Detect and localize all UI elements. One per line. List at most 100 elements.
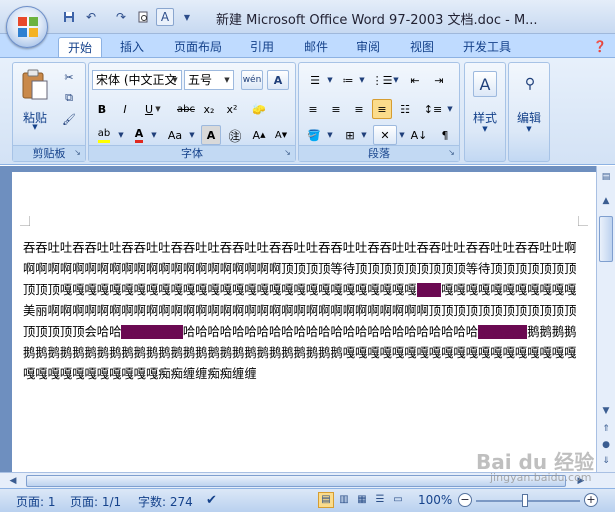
web-layout-icon[interactable]: ▦ <box>354 492 370 508</box>
undo-icon[interactable]: ↶ <box>82 8 100 26</box>
text-run[interactable]: 哈哈哈哈哈哈哈哈哈哈哈哈哈哈哈哈哈哈哈哈哈哈哈哈 <box>183 325 478 339</box>
scroll-up-icon[interactable]: ▲ <box>599 194 613 208</box>
office-button[interactable] <box>6 6 48 48</box>
strikethrough-icon[interactable]: abc <box>175 99 197 119</box>
show-marks-icon[interactable]: ¶ <box>435 125 455 145</box>
select-browse-object-icon[interactable]: ● <box>599 438 613 452</box>
increase-indent-icon[interactable]: ⇥ <box>429 70 449 90</box>
customize-dropdown-icon[interactable]: ▼ <box>180 8 194 26</box>
proofing-icon[interactable]: ✔ <box>206 493 217 508</box>
document-body-text[interactable]: 吞吞吐吐吞吞吐吐吞吞吐吐吞吞吐吐吞吞吐吐吞吞吐吐吞吞吐吐吞吞吐吐吞吞吐吐吞吞吐吐… <box>23 238 581 385</box>
character-shading-icon[interactable]: A <box>201 125 221 145</box>
font-name-select[interactable]: 宋体 (中文正文 ▼ <box>92 70 182 90</box>
vertical-scrollbar[interactable]: ▤ ▲ ▼ ⇑ ● ⇓ <box>596 166 615 472</box>
zoom-out-icon[interactable]: − <box>458 493 472 507</box>
editing-group[interactable]: ⚲ 编辑 ▼ <box>508 62 550 162</box>
ruler-toggle-icon[interactable]: ▤ <box>599 170 613 184</box>
save-icon[interactable] <box>60 8 78 26</box>
clipboard-launcher-icon[interactable]: ↘ <box>72 148 83 159</box>
document-page[interactable]: 吞吞吐吐吞吞吐吐吞吞吐吐吞吞吐吐吞吞吐吐吞吞吐吐吞吞吐吐吞吞吐吐吞吞吐吐吞吞吐吐… <box>12 172 596 472</box>
font-launcher-icon[interactable]: ↘ <box>282 148 293 159</box>
highlighted-text-run[interactable]: 鹅鹅鹅鹅 <box>478 325 528 339</box>
print-layout-icon[interactable]: ▤ <box>318 492 334 508</box>
tab-mailings[interactable]: 邮件 <box>294 37 338 58</box>
chinese-layout-dropdown-icon[interactable]: ▼ <box>397 125 407 145</box>
borders-dropdown-icon[interactable]: ▼ <box>359 125 369 145</box>
font-color-icon[interactable]: A <box>129 125 149 145</box>
align-center-icon[interactable]: ≡ <box>326 99 346 119</box>
page-count[interactable]: 页面: 1/1 <box>70 493 121 510</box>
align-right-icon[interactable]: ≡ <box>349 99 369 119</box>
multilevel-list-icon[interactable]: ⋮☰ <box>371 70 393 90</box>
paragraph-launcher-icon[interactable]: ↘ <box>446 148 457 159</box>
redo-icon[interactable]: ↷ <box>112 8 130 26</box>
font-size-select[interactable]: 五号 ▼ <box>184 70 234 90</box>
horizontal-scroll-thumb[interactable] <box>26 475 566 487</box>
change-case-icon[interactable]: Aa <box>163 125 187 145</box>
bold-icon[interactable]: B <box>92 99 112 119</box>
clear-formatting-icon[interactable]: 🧽 <box>249 99 269 119</box>
scroll-left-icon[interactable]: ◀ <box>6 474 20 488</box>
sort-icon[interactable]: A↓ <box>409 125 429 145</box>
outline-view-icon[interactable]: ☰ <box>372 492 388 508</box>
word-count[interactable]: 字数: 274 <box>138 493 193 510</box>
tab-home[interactable]: 开始 <box>58 37 102 58</box>
numbering-dropdown-icon[interactable]: ▼ <box>357 70 367 90</box>
paste-button[interactable]: 粘贴 ▼ <box>17 67 53 135</box>
previous-page-icon[interactable]: ⇑ <box>599 422 613 436</box>
zoom-slider-thumb[interactable] <box>522 494 528 507</box>
multilevel-dropdown-icon[interactable]: ▼ <box>391 70 401 90</box>
next-page-icon[interactable]: ⇓ <box>599 454 613 468</box>
styles-group[interactable]: A 样式 ▼ <box>464 62 506 162</box>
page-indicator[interactable]: 页面: 1 <box>16 493 56 510</box>
zoom-in-icon[interactable]: + <box>584 493 598 507</box>
superscript-icon[interactable]: x² <box>222 99 242 119</box>
highlighted-text-run[interactable]: 美丽 <box>416 283 442 297</box>
highlighted-text-run[interactable]: 哈哈哈哈哈 <box>121 325 183 339</box>
highlight-dropdown-icon[interactable]: ▼ <box>116 125 126 145</box>
tab-developer[interactable]: 开发工具 <box>452 37 522 58</box>
enclose-characters-icon[interactable]: ㊟ <box>225 125 245 145</box>
distributed-icon[interactable]: ☷ <box>395 99 415 119</box>
italic-icon[interactable]: I <box>115 99 135 119</box>
vertical-scroll-thumb[interactable] <box>599 216 613 262</box>
numbering-icon[interactable]: ≔ <box>337 70 359 90</box>
line-spacing-icon[interactable]: ↕≡ <box>421 99 445 119</box>
phonetic-guide-button[interactable]: wén <box>241 70 263 90</box>
subscript-icon[interactable]: x₂ <box>199 99 219 119</box>
print-preview-icon[interactable] <box>134 8 152 26</box>
shrink-font-icon[interactable]: A ▼ <box>271 125 291 145</box>
shading-icon[interactable]: 🪣 <box>303 125 325 145</box>
scroll-down-icon[interactable]: ▼ <box>599 404 613 418</box>
tab-references[interactable]: 引用 <box>240 37 284 58</box>
tab-review[interactable]: 审阅 <box>346 37 390 58</box>
tab-insert[interactable]: 插入 <box>110 37 154 58</box>
help-icon[interactable]: ❓ <box>592 37 608 58</box>
font-color-dropdown-icon[interactable]: ▼ <box>149 125 159 145</box>
character-border-button[interactable]: A <box>267 70 289 90</box>
tab-view[interactable]: 视图 <box>400 37 444 58</box>
shading-dropdown-icon[interactable]: ▼ <box>325 125 335 145</box>
decrease-indent-icon[interactable]: ⇤ <box>405 70 425 90</box>
zoom-slider-track[interactable] <box>476 500 580 502</box>
grow-font-icon[interactable]: A ▲ <box>249 125 269 145</box>
format-painter-icon[interactable]: 🖌 <box>59 109 79 129</box>
cut-icon[interactable]: ✂ <box>59 67 79 87</box>
full-screen-reading-icon[interactable]: ▥ <box>336 492 352 508</box>
change-case-dropdown-icon[interactable]: ▼ <box>187 125 197 145</box>
copy-icon[interactable]: ⧉ <box>59 88 79 108</box>
justify-icon[interactable]: ≡ <box>372 99 392 119</box>
chinese-layout-icon[interactable]: ✕ <box>373 125 397 145</box>
align-left-icon[interactable]: ≡ <box>303 99 323 119</box>
tab-page-layout[interactable]: 页面布局 <box>166 37 230 58</box>
line-spacing-dropdown-icon[interactable]: ▼ <box>445 99 455 119</box>
highlight-color-icon[interactable]: ab <box>92 125 116 145</box>
text-highlight-icon[interactable]: A <box>156 8 174 26</box>
draft-view-icon[interactable]: ▭ <box>390 492 406 508</box>
bullets-dropdown-icon[interactable]: ▼ <box>325 70 335 90</box>
borders-icon[interactable]: ⊞ <box>339 125 361 145</box>
bullets-icon[interactable]: ☰ <box>303 70 327 90</box>
paste-dropdown-icon[interactable]: ▼ <box>17 123 53 131</box>
zoom-level[interactable]: 100% <box>418 493 452 507</box>
underline-dropdown-icon[interactable]: ▼ <box>153 99 163 119</box>
